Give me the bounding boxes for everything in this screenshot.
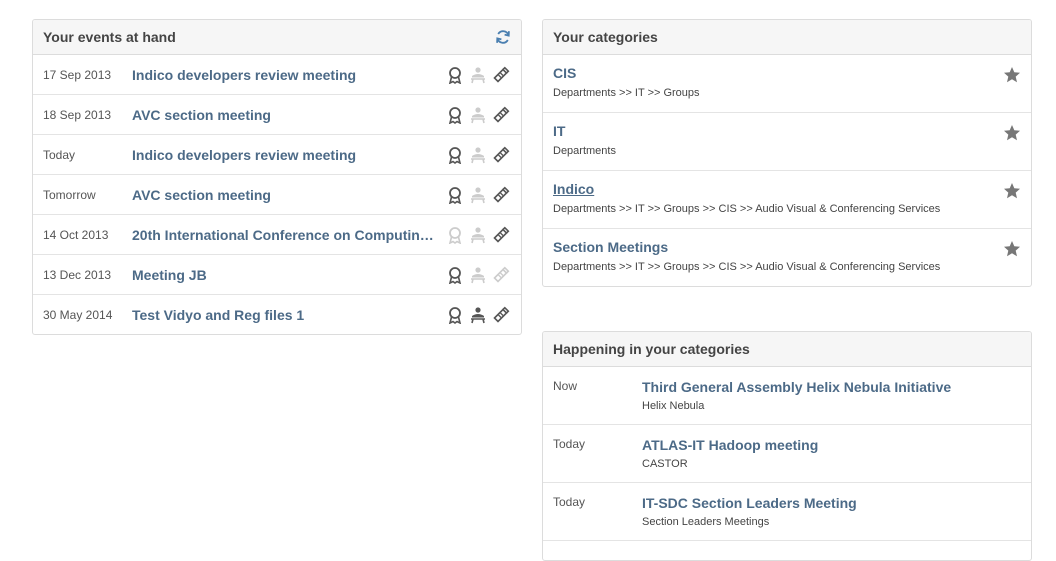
- registration-icon[interactable]: [468, 225, 488, 245]
- star-icon[interactable]: [1003, 182, 1021, 205]
- happening-category: Helix Nebula: [642, 400, 705, 412]
- category-row: IT Departments: [543, 113, 1031, 171]
- category-title-link[interactable]: Section Meetings: [553, 239, 668, 255]
- event-icons: [445, 305, 511, 325]
- category-row: Indico Departments >> IT >> Groups >> CIS…: [543, 171, 1031, 229]
- star-icon[interactable]: [1003, 240, 1021, 263]
- ticket-icon[interactable]: [491, 65, 511, 85]
- ticket-icon[interactable]: [491, 105, 511, 125]
- happening-panel-title: Happening in your categories: [553, 341, 750, 357]
- your-categories-panel: Your categories CIS Departments >> IT >> …: [542, 19, 1032, 287]
- happening-when: Today: [553, 495, 586, 509]
- registration-icon[interactable]: [468, 65, 488, 85]
- event-date: 14 Oct 2013: [43, 227, 109, 242]
- category-row: Section Meetings Departments >> IT >> Gro…: [543, 229, 1031, 286]
- categories-list: CIS Departments >> IT >> Groups IT Departme…: [543, 55, 1031, 286]
- event-row: 17 Sep 2013 Indico developers review meet…: [33, 55, 521, 95]
- happening-list: Now Third General Assembly Helix Nebula I…: [543, 367, 1031, 541]
- happening-title-link[interactable]: IT-SDC Section Leaders Meeting: [642, 495, 857, 511]
- category-row: CIS Departments >> IT >> Groups: [543, 55, 1031, 113]
- events-panel-header: Your events at hand: [33, 20, 521, 55]
- event-row: Tomorrow AVC section meeting: [33, 175, 521, 215]
- happening-row: Now Third General Assembly Helix Nebula I…: [543, 367, 1031, 425]
- event-date: 17 Sep 2013: [43, 67, 112, 82]
- happening-when: Today: [553, 437, 586, 451]
- happening-title-link[interactable]: ATLAS-IT Hadoop meeting: [642, 437, 818, 453]
- events-panel-title: Your events at hand: [43, 29, 176, 45]
- happening-when: Now: [553, 379, 578, 393]
- happening-info: IT-SDC Section Leaders Meeting Section Le…: [642, 495, 857, 540]
- events-list: 17 Sep 2013 Indico developers review meet…: [33, 55, 521, 334]
- registration-icon[interactable]: [468, 185, 488, 205]
- chair-icon[interactable]: [445, 225, 465, 245]
- event-icons: [445, 185, 511, 205]
- chair-icon[interactable]: [445, 265, 465, 285]
- star-icon[interactable]: [1003, 66, 1021, 89]
- ticket-icon[interactable]: [491, 305, 511, 325]
- happening-title-link[interactable]: Third General Assembly Helix Nebula Init…: [642, 379, 951, 395]
- category-title-link[interactable]: Indico: [553, 181, 594, 197]
- event-date: Today: [43, 147, 76, 162]
- happening-panel-header: Happening in your categories: [543, 332, 1031, 367]
- chair-icon[interactable]: [445, 105, 465, 125]
- happening-row: Today ATLAS-IT Hadoop meeting CASTOR: [543, 425, 1031, 483]
- event-icons: [445, 105, 511, 125]
- chair-icon[interactable]: [445, 65, 465, 85]
- category-path: Departments >> IT >> Groups: [553, 87, 700, 99]
- event-row: 14 Oct 2013 20th International Conference…: [33, 215, 521, 255]
- chair-icon[interactable]: [445, 145, 465, 165]
- event-title-link[interactable]: 20th International Conference on Computi…: [132, 227, 434, 243]
- ticket-icon[interactable]: [491, 185, 511, 205]
- happening-row: Today IT-SDC Section Leaders Meeting Secti…: [543, 483, 1031, 541]
- category-title-link[interactable]: CIS: [553, 65, 576, 81]
- event-icons: [445, 65, 511, 85]
- refresh-icon[interactable]: [495, 29, 511, 45]
- happening-info: Third General Assembly Helix Nebula Init…: [642, 379, 951, 424]
- event-icons: [445, 225, 511, 245]
- happening-category: CASTOR: [642, 458, 688, 470]
- event-title-link[interactable]: AVC section meeting: [132, 107, 434, 123]
- ticket-icon[interactable]: [491, 265, 511, 285]
- categories-panel-header: Your categories: [543, 20, 1031, 55]
- ticket-icon[interactable]: [491, 225, 511, 245]
- happening-info: ATLAS-IT Hadoop meeting CASTOR: [642, 437, 818, 482]
- event-row: 18 Sep 2013 AVC section meeting: [33, 95, 521, 135]
- category-title-link[interactable]: IT: [553, 123, 565, 139]
- chair-icon[interactable]: [445, 185, 465, 205]
- happening-category: Section Leaders Meetings: [642, 516, 770, 528]
- event-title-link[interactable]: Indico developers review meeting: [132, 67, 434, 83]
- registration-icon[interactable]: [468, 265, 488, 285]
- event-date: 18 Sep 2013: [43, 107, 112, 122]
- event-row: 30 May 2014 Test Vidyo and Reg files 1: [33, 295, 521, 334]
- event-row: Today Indico developers review meeting: [33, 135, 521, 175]
- event-icons: [445, 145, 511, 165]
- event-title-link[interactable]: Indico developers review meeting: [132, 147, 434, 163]
- registration-icon[interactable]: [468, 305, 488, 325]
- event-title-link[interactable]: AVC section meeting: [132, 187, 434, 203]
- category-path: Departments >> IT >> Groups >> CIS >> Au…: [553, 203, 941, 215]
- chair-icon[interactable]: [445, 305, 465, 325]
- categories-panel-title: Your categories: [553, 29, 658, 45]
- happening-in-categories-panel: Happening in your categories Now Third Ge…: [542, 331, 1032, 561]
- event-date: Tomorrow: [43, 187, 96, 202]
- event-date: 13 Dec 2013: [43, 267, 112, 282]
- registration-icon[interactable]: [468, 145, 488, 165]
- event-title-link[interactable]: Test Vidyo and Reg files 1: [132, 307, 434, 323]
- event-date: 30 May 2014: [43, 308, 113, 322]
- event-icons: [445, 265, 511, 285]
- registration-icon[interactable]: [468, 105, 488, 125]
- event-title-link[interactable]: Meeting JB: [132, 267, 434, 283]
- category-path: Departments: [553, 145, 616, 157]
- star-icon[interactable]: [1003, 124, 1021, 147]
- events-at-hand-panel: Your events at hand 17 Sep 2013 Indico de…: [32, 19, 522, 335]
- ticket-icon[interactable]: [491, 145, 511, 165]
- category-path: Departments >> IT >> Groups >> CIS >> Au…: [553, 261, 941, 273]
- event-row: 13 Dec 2013 Meeting JB: [33, 255, 521, 295]
